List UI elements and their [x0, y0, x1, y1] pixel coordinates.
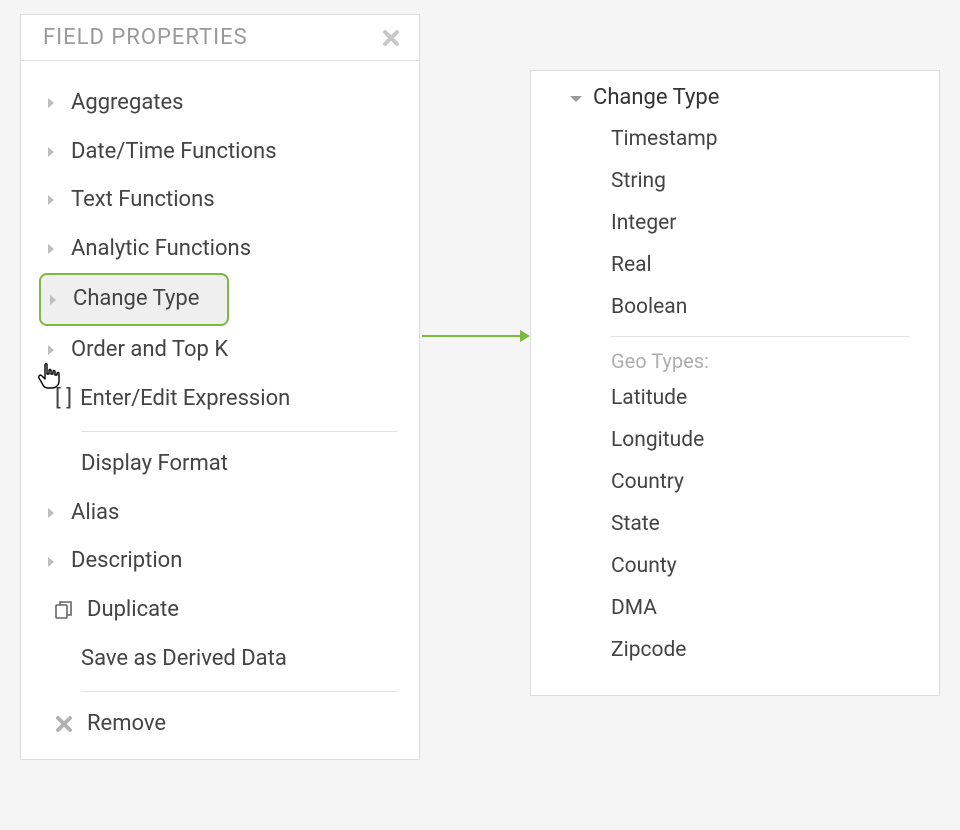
type-state[interactable]: State — [611, 503, 909, 545]
submenu-header[interactable]: Change Type — [531, 81, 939, 118]
item-description[interactable]: Description — [21, 537, 419, 586]
type-latitude[interactable]: Latitude — [611, 377, 909, 419]
item-label: Remove — [87, 710, 166, 739]
type-dma[interactable]: DMA — [611, 587, 909, 629]
type-integer[interactable]: Integer — [611, 202, 909, 244]
separator — [81, 431, 397, 432]
separator — [81, 691, 397, 692]
chevron-right-icon — [43, 554, 59, 570]
item-display-format[interactable]: Display Format — [21, 440, 419, 489]
chevron-down-icon — [569, 85, 583, 110]
chevron-right-icon — [43, 342, 59, 358]
chevron-right-icon — [43, 505, 59, 521]
type-real[interactable]: Real — [611, 244, 909, 286]
panel-body: Aggregates Date/Time Functions Text Func… — [21, 61, 419, 759]
brackets-icon: [ ] — [55, 385, 72, 414]
type-string[interactable]: String — [611, 160, 909, 202]
item-label: Save as Derived Data — [81, 645, 287, 674]
item-label: Order and Top K — [71, 336, 228, 365]
panel-header: FIELD PROPERTIES — [21, 15, 419, 61]
item-save-derived[interactable]: Save as Derived Data — [21, 635, 419, 684]
item-label: Duplicate — [87, 596, 179, 625]
submenu-title: Change Type — [593, 85, 719, 110]
chevron-right-icon — [43, 95, 59, 111]
item-label: Aggregates — [71, 89, 184, 118]
item-label: Description — [71, 547, 182, 576]
item-label: Enter/Edit Expression — [80, 385, 290, 414]
close-icon[interactable] — [381, 28, 401, 48]
type-zipcode[interactable]: Zipcode — [611, 629, 909, 671]
item-label: Analytic Functions — [71, 235, 251, 264]
chevron-right-icon — [43, 144, 59, 160]
change-type-submenu: Change Type Timestamp String Integer Rea… — [530, 70, 940, 696]
item-remove[interactable]: Remove — [21, 700, 419, 749]
type-country[interactable]: Country — [611, 461, 909, 503]
item-duplicate[interactable]: Duplicate — [21, 586, 419, 635]
field-properties-panel: FIELD PROPERTIES Aggregates Date/Time Fu… — [20, 14, 420, 760]
chevron-right-icon — [43, 192, 59, 208]
item-label: Alias — [71, 499, 119, 528]
item-alias[interactable]: Alias — [21, 489, 419, 538]
remove-icon — [53, 715, 75, 733]
item-analytic-functions[interactable]: Analytic Functions — [21, 225, 419, 274]
type-boolean[interactable]: Boolean — [611, 286, 909, 328]
item-label: Text Functions — [71, 186, 215, 215]
type-county[interactable]: County — [611, 545, 909, 587]
item-label: Date/Time Functions — [71, 138, 277, 167]
item-datetime-functions[interactable]: Date/Time Functions — [21, 128, 419, 177]
chevron-right-icon — [43, 241, 59, 257]
separator — [611, 336, 909, 337]
duplicate-icon — [53, 599, 75, 621]
item-enter-edit-expression[interactable]: [ ] Enter/Edit Expression — [21, 375, 419, 424]
arrow-icon — [422, 326, 532, 346]
type-timestamp[interactable]: Timestamp — [611, 118, 909, 160]
submenu-list: Timestamp String Integer Real Boolean Ge… — [531, 118, 939, 671]
panel-title: FIELD PROPERTIES — [43, 25, 248, 50]
item-change-type[interactable]: Change Type — [39, 273, 229, 326]
geo-types-label: Geo Types: — [611, 343, 909, 377]
item-aggregates[interactable]: Aggregates — [21, 79, 419, 128]
item-label: Display Format — [81, 450, 228, 479]
chevron-right-icon — [45, 292, 61, 308]
item-order-topk[interactable]: Order and Top K — [21, 326, 419, 375]
type-longitude[interactable]: Longitude — [611, 419, 909, 461]
item-label: Change Type — [73, 285, 199, 314]
item-text-functions[interactable]: Text Functions — [21, 176, 419, 225]
